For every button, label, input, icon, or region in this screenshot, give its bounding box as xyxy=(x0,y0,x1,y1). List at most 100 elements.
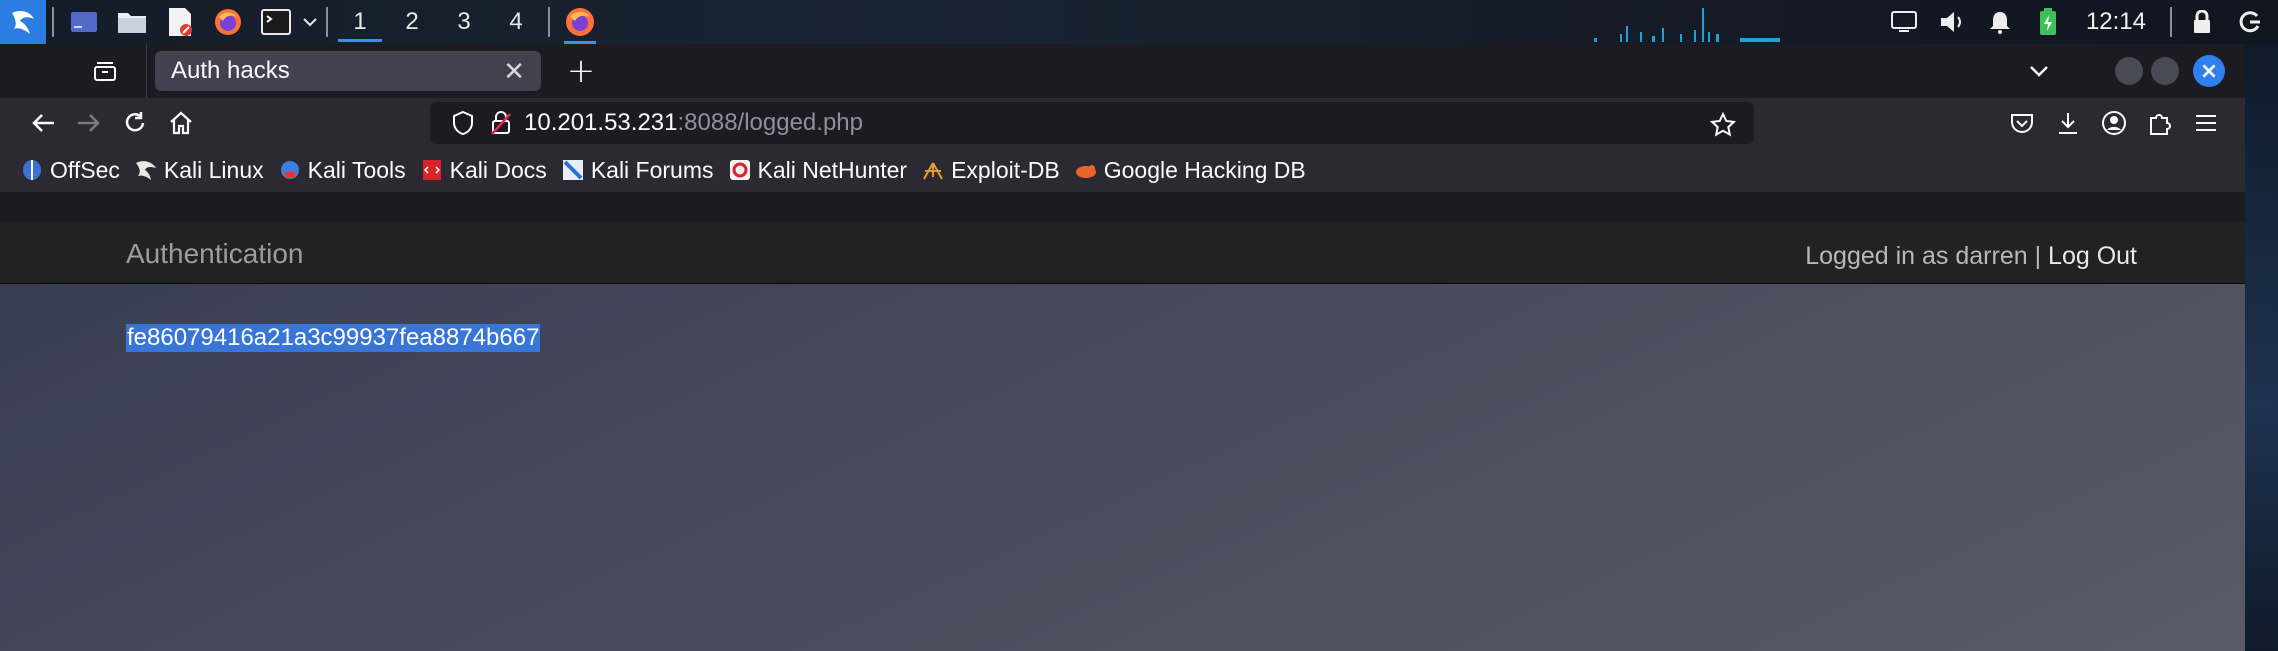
site-navbar: Authentication Logged in as darren | Log… xyxy=(0,222,2245,284)
home-icon xyxy=(170,111,192,135)
volume-icon[interactable] xyxy=(1932,2,1972,42)
page-viewport: Authentication Logged in as darren | Log… xyxy=(0,222,2245,651)
show-desktop-icon[interactable] xyxy=(64,2,104,42)
bookmarks-toolbar: OffSec Kali Linux Kali Tools Kali Docs K… xyxy=(0,148,2245,192)
maximize-button[interactable] xyxy=(2151,57,2179,85)
tab-close-icon[interactable]: ✕ xyxy=(503,56,525,87)
firefox-launcher-icon[interactable] xyxy=(208,2,248,42)
bookmark-label: Exploit-DB xyxy=(951,156,1060,183)
new-tab-button[interactable]: + xyxy=(561,51,601,91)
lock-screen-icon[interactable] xyxy=(2182,2,2222,42)
bookmark-kali-forums[interactable]: Kali Forums xyxy=(561,157,714,184)
kali-forums-icon xyxy=(561,158,585,182)
panel-separator xyxy=(52,7,54,37)
account-icon[interactable] xyxy=(2091,100,2137,146)
kali-tools-icon xyxy=(278,158,302,182)
workspace-label: 2 xyxy=(405,8,419,35)
tab-separator xyxy=(146,44,147,98)
minimize-button[interactable] xyxy=(2115,57,2143,85)
url-path: :8088/logged.php xyxy=(677,109,863,136)
bookmark-label: Kali NetHunter xyxy=(757,156,908,183)
bookmark-label: OffSec xyxy=(50,156,120,183)
bookmark-label: Google Hacking DB xyxy=(1103,156,1306,183)
back-button[interactable] xyxy=(20,100,66,146)
terminal-icon[interactable] xyxy=(256,2,296,42)
network-activity-graph xyxy=(1594,8,1780,42)
top-panel: 1 2 3 4 12:14 xyxy=(0,0,2278,44)
url-host: 10.201.53.231 xyxy=(524,109,678,136)
display-icon[interactable] xyxy=(1884,2,1924,42)
bookmark-kali-linux[interactable]: Kali Linux xyxy=(134,157,264,184)
tab-title: Auth hacks xyxy=(171,57,290,84)
panel-separator xyxy=(548,7,550,37)
bookmark-kali-nethunter[interactable]: Kali NetHunter xyxy=(728,156,908,184)
firefox-icon xyxy=(566,8,594,36)
site-brand[interactable]: Authentication xyxy=(126,238,303,270)
window-controls: × xyxy=(2019,44,2245,98)
forward-arrow-icon xyxy=(78,114,100,132)
workspace-2[interactable]: 2 xyxy=(386,2,438,42)
tab-manager-icon xyxy=(94,62,116,81)
tracking-protection-shield-icon[interactable] xyxy=(440,100,486,146)
system-tray: 12:14 xyxy=(1880,0,2278,44)
ghdb-icon xyxy=(1074,158,1098,182)
user-status: Logged in as darren | Log Out xyxy=(1805,242,2137,271)
logged-in-text: Logged in as darren xyxy=(1805,242,2028,270)
bookmark-kali-docs[interactable]: Kali Docs xyxy=(420,157,547,184)
battery-charging-icon[interactable] xyxy=(2028,2,2068,42)
nethunter-icon xyxy=(728,158,752,182)
clock[interactable]: 12:14 xyxy=(2086,8,2146,36)
workspace-1[interactable]: 1 xyxy=(334,2,386,42)
file-manager-icon[interactable] xyxy=(112,2,152,42)
hash-text: fe86079416a21a3c99937fea8874b667 xyxy=(126,324,541,352)
kali-docs-icon xyxy=(420,158,444,182)
toolbar-right xyxy=(1999,98,2245,148)
reload-button[interactable] xyxy=(112,100,158,146)
kali-dragon-icon xyxy=(12,11,34,34)
tab-overview-button[interactable] xyxy=(80,51,130,91)
workspace-label: 1 xyxy=(353,8,367,35)
kali-dragon-icon xyxy=(134,158,158,182)
pocket-icon[interactable] xyxy=(1999,100,2045,146)
insecure-lock-icon[interactable] xyxy=(486,100,516,146)
forward-button[interactable] xyxy=(66,100,112,146)
list-all-tabs-chevron-icon[interactable] xyxy=(2019,51,2059,91)
nav-separator: | xyxy=(2034,242,2042,270)
panel-separator xyxy=(326,7,328,37)
terminal-dropdown-chevron-icon[interactable] xyxy=(300,2,320,42)
logout-power-icon[interactable] xyxy=(2230,2,2270,42)
text-editor-icon[interactable] xyxy=(160,2,200,42)
navigation-toolbar: 10.201.53.231:8088/logged.php xyxy=(0,98,2245,148)
extensions-puzzle-icon[interactable] xyxy=(2137,100,2183,146)
home-button[interactable] xyxy=(158,100,204,146)
firefox-window-button[interactable] xyxy=(560,2,600,44)
back-arrow-icon xyxy=(32,114,54,132)
bookmark-label: Kali Forums xyxy=(590,156,714,183)
bookmark-label: Kali Docs xyxy=(449,156,547,183)
exploit-db-icon xyxy=(921,158,945,182)
bookmark-offsec[interactable]: OffSec xyxy=(20,157,120,184)
url-text[interactable]: 10.201.53.231:8088/logged.php xyxy=(524,109,863,137)
tab-auth-hacks[interactable]: Auth hacks ✕ xyxy=(155,51,541,91)
workspace-label: 4 xyxy=(509,8,523,35)
url-bar[interactable]: 10.201.53.231:8088/logged.php xyxy=(430,102,1754,144)
bookmark-google-hacking-db[interactable]: Google Hacking DB xyxy=(1074,157,1306,184)
bookmark-kali-tools[interactable]: Kali Tools xyxy=(278,157,406,184)
kali-menu-button[interactable] xyxy=(0,0,46,44)
bookmark-label: Kali Tools xyxy=(307,156,406,183)
notification-bell-icon[interactable] xyxy=(1980,2,2020,42)
hamburger-menu-icon[interactable] xyxy=(2183,100,2229,146)
logout-link[interactable]: Log Out xyxy=(2048,242,2137,270)
bookmark-exploit-db[interactable]: Exploit-DB xyxy=(921,157,1060,184)
close-window-button[interactable]: × xyxy=(2193,55,2225,87)
workspace-3[interactable]: 3 xyxy=(438,2,490,42)
desktop-background-strip xyxy=(2245,44,2278,651)
panel-separator xyxy=(2170,7,2172,37)
reload-icon xyxy=(125,112,145,132)
bookmark-star-icon[interactable] xyxy=(1700,102,1746,148)
offsec-icon xyxy=(20,158,44,182)
workspace-label: 3 xyxy=(457,8,471,35)
workspace-4[interactable]: 4 xyxy=(490,2,542,42)
tab-bar: Auth hacks ✕ + × xyxy=(0,44,2245,98)
downloads-icon[interactable] xyxy=(2045,100,2091,146)
